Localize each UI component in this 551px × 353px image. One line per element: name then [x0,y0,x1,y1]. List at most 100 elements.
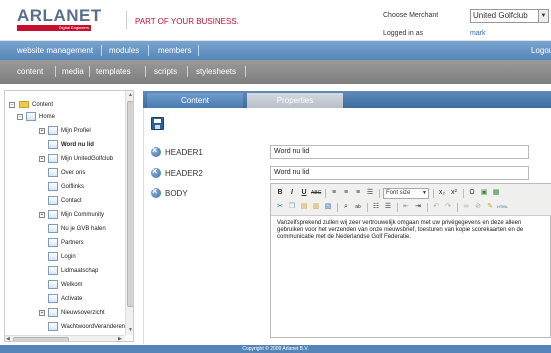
align-right-icon[interactable]: ≡ [353,188,363,198]
html-icon[interactable]: HTML [497,202,508,212]
nav-members[interactable]: members [158,41,191,60]
editor-content[interactable]: Vanzelfsprekend zullen wij zeer vertrouw… [277,220,545,241]
collapse-icon[interactable]: − [17,114,23,120]
expand-icon[interactable]: + [39,128,45,134]
tree-node[interactable]: Over ons [48,167,125,179]
tree-node[interactable]: Activate [48,293,125,305]
tree-label: Lidmaatschap [61,268,99,274]
nav-separator [198,45,199,56]
subnav-templates[interactable]: templates [96,60,131,84]
font-size-select[interactable]: Font size ▼ [383,188,429,199]
bold-icon[interactable]: B [275,188,285,198]
tree-node[interactable]: Nu je GVB halen [48,223,125,235]
tree-label: Welkom [61,282,83,288]
numbered-list-icon[interactable]: ☰ [383,202,393,212]
nav-separator [101,45,102,56]
tree-horizontal-scrollbar[interactable]: ◀ ▶ [5,335,125,341]
tab-content[interactable]: Content [147,93,243,108]
tree-label: Mijn UnitedGolfclub [61,156,114,162]
content-tree: − Content − Home + Mijn Profiel Word nu … [4,90,134,342]
subnav-scripts[interactable]: scripts [154,60,177,84]
scroll-down-icon[interactable]: ▼ [128,327,133,333]
paste-icon[interactable]: ▤ [299,202,309,212]
italic-icon[interactable]: I [287,188,297,198]
header1-input[interactable]: Word nu lid [270,145,529,159]
cleanup-icon[interactable]: ✎ [485,202,495,212]
align-left-icon[interactable]: ≡ [329,188,339,198]
scroll-left-icon[interactable]: ◀ [6,336,10,341]
tree-node[interactable]: Contact [48,195,125,207]
align-center-icon[interactable]: ≡ [341,188,351,198]
tree-label: Home [39,114,56,120]
replace-icon[interactable]: ab [353,202,363,212]
strikethrough-icon[interactable]: ABC [311,188,321,198]
tree-label: Over ons [61,170,86,176]
expand-icon[interactable]: + [39,310,45,316]
nav-modules[interactable]: modules [109,41,139,60]
body-rich-text-editor: B I U ABC ≡ ≡ ≡ ☰ Font size ▼ x₂ x² Ω ▣ … [270,183,551,338]
header-divider [126,11,127,29]
logged-in-user[interactable]: mark [470,30,486,37]
tagline: PART OF YOUR BUSINESS. [135,17,239,26]
field-info-icon [151,186,161,198]
tree-node[interactable]: Partners [48,237,125,249]
subscript-icon[interactable]: x₂ [437,188,447,198]
subnav-content[interactable]: content [17,60,43,84]
collapse-icon[interactable]: − [9,102,15,108]
tree-label: Nu je GVB halen [61,226,106,232]
subnav-media[interactable]: media [62,60,84,84]
header2-input[interactable]: Word nu lid [270,166,529,180]
tree-node[interactable]: Welkom [48,279,125,291]
scroll-up-icon[interactable]: ▲ [128,92,133,98]
tree-node[interactable]: WachtwoordVeranderen [48,321,125,333]
footer: Copyright © 2009 Arlanet B.V. [0,345,551,353]
image-icon[interactable]: ▣ [479,188,489,198]
paste-text-icon[interactable]: ▥ [311,202,321,212]
subnav-stylesheets[interactable]: stylesheets [196,60,236,84]
app-header: ARLANET Digital Engineers PART OF YOUR B… [0,0,551,41]
save-icon[interactable] [151,117,164,130]
tree-node[interactable]: + Mijn UnitedGolfclub [39,153,125,165]
underline-icon[interactable]: U [299,188,309,198]
indent-icon[interactable]: ⇥ [413,202,423,212]
scroll-thumb[interactable] [13,337,69,341]
tree-root[interactable]: − Content [9,99,119,111]
chevron-down-icon[interactable]: ▼ [538,10,548,22]
tree-node[interactable]: Golflinks [48,181,125,193]
bullet-list-icon[interactable]: ☷ [371,202,381,212]
page-icon [48,322,58,331]
link-icon[interactable]: ∞ [461,202,471,212]
header2-label: HEADER2 [165,169,203,178]
media-icon[interactable]: ▦ [491,188,501,198]
nav-website-management[interactable]: website management [17,41,93,60]
tab-properties[interactable]: Properties [247,93,343,108]
scroll-right-icon[interactable]: ▶ [118,336,122,341]
expand-icon[interactable]: + [39,212,45,218]
cut-icon[interactable]: ✂ [275,202,285,212]
expand-icon[interactable]: + [39,156,45,162]
find-icon[interactable]: ⌕ [341,202,351,212]
tree-node[interactable]: Word nu lid [48,139,125,151]
merchant-select[interactable]: United Golfclub ▼ [470,9,549,23]
logout-link[interactable]: Logout [531,41,551,60]
copy-icon[interactable]: ❐ [287,202,297,212]
tree-node-home[interactable]: − Home [17,111,117,123]
scroll-thumb[interactable] [127,101,133,307]
outdent-icon[interactable]: ⇤ [401,202,411,212]
undo-icon[interactable]: ↶ [431,202,441,212]
tree-node[interactable]: Login [48,251,125,263]
redo-icon[interactable]: ↷ [443,202,453,212]
page-icon [48,224,58,233]
tree-node[interactable]: + Nieuwsoverzicht [39,307,125,319]
tree-node[interactable]: + Mijn Community [39,209,125,221]
tree-node[interactable]: + Mijn Profiel [39,125,125,137]
paste-word-icon[interactable]: ▧ [323,202,333,212]
superscript-icon[interactable]: x² [449,188,459,198]
tree-node[interactable]: Lidmaatschap [48,265,125,277]
tree-vertical-scrollbar[interactable]: ▲ ▼ [125,91,133,335]
special-char-icon[interactable]: Ω [467,188,477,198]
page-icon [48,182,58,191]
unlink-icon[interactable]: ⊘ [473,202,483,212]
align-justify-icon[interactable]: ☰ [365,188,375,198]
nav-separator [89,66,90,77]
